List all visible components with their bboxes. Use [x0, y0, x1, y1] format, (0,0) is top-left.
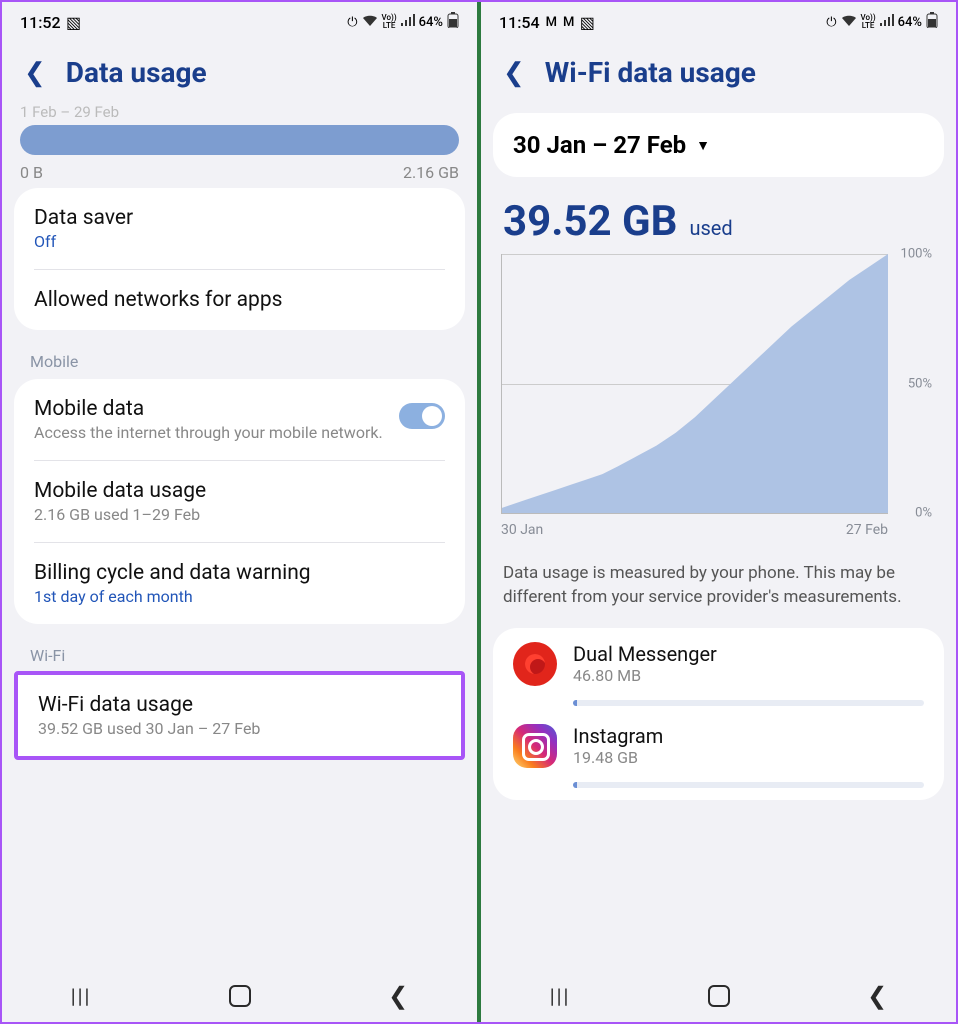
data-saver-item[interactable]: Data saver Off — [14, 188, 465, 269]
status-bar: 11:52 ▧ ⏻ Vo))LTE 64% — [2, 2, 477, 38]
page-title: Data usage — [66, 56, 207, 89]
usage-progress-section: 1 Feb – 29 Feb 0 B 2.16 GB — [2, 103, 477, 188]
item-title: Wi-Fi data usage — [38, 693, 441, 717]
app-usage: 19.48 GB — [573, 748, 924, 767]
item-subtitle: 2.16 GB used 1–29 Feb — [34, 505, 445, 524]
progress-date-range: 1 Feb – 29 Feb — [20, 103, 459, 121]
item-title: Billing cycle and data warning — [34, 561, 445, 585]
progress-max: 2.16 GB — [403, 163, 459, 182]
wifi-data-usage-item[interactable]: Wi-Fi data usage 39.52 GB used 30 Jan – … — [18, 675, 461, 756]
page-header: ❮ Data usage — [2, 38, 477, 113]
navigation-bar: ||| ❮ — [2, 970, 477, 1022]
item-subtitle: 39.52 GB used 30 Jan – 27 Feb — [38, 719, 441, 738]
instagram-icon — [513, 724, 557, 768]
item-subtitle: 1st day of each month — [34, 587, 445, 606]
nav-recents-icon[interactable]: ||| — [550, 984, 571, 1008]
page-title: Wi-Fi data usage — [545, 56, 756, 89]
mobile-data-toggle[interactable] — [399, 403, 445, 429]
nav-back-icon[interactable]: ❮ — [867, 982, 887, 1010]
battery-saver-icon: ⏻ — [347, 15, 357, 30]
app-usage-list: Dual Messenger 46.80 MB Instagram 19.48 … — [493, 628, 944, 800]
battery-icon — [447, 12, 459, 32]
total-usage-label: used — [689, 216, 732, 240]
volte-icon: Vo))LTE — [861, 14, 876, 30]
back-icon[interactable]: ❮ — [503, 60, 525, 86]
nav-recents-icon[interactable]: ||| — [71, 984, 92, 1008]
section-wifi: Wi-Fi — [2, 636, 477, 673]
total-usage: 39.52 GB used — [481, 187, 956, 246]
battery-icon — [926, 12, 938, 32]
page-header: ❮ Wi-Fi data usage — [481, 38, 956, 113]
mobile-data-item[interactable]: Mobile data Access the internet through … — [14, 379, 465, 460]
dual-messenger-icon — [513, 642, 557, 686]
item-title: Mobile data usage — [34, 479, 445, 503]
back-icon[interactable]: ❮ — [24, 60, 46, 86]
usage-progress-bar — [20, 125, 459, 155]
status-time: 11:54 — [499, 13, 540, 32]
chart-y-0: 0% — [915, 506, 932, 521]
nav-back-icon[interactable]: ❮ — [388, 982, 408, 1010]
app-name: Instagram — [573, 724, 924, 748]
date-range-label: 30 Jan – 27 Feb — [513, 131, 686, 159]
item-subtitle: Access the internet through your mobile … — [34, 423, 383, 442]
item-value: Off — [34, 232, 445, 251]
app-row-dual-messenger[interactable]: Dual Messenger 46.80 MB — [493, 628, 944, 694]
status-bar: 11:54 M M ▧ ⏻ Vo))LTE 64% — [481, 2, 956, 38]
chart-x-end: 27 Feb — [846, 522, 888, 538]
nav-home-icon[interactable] — [708, 985, 730, 1007]
data-saver-card: Data saver Off Allowed networks for apps — [14, 188, 465, 330]
volte-icon: Vo))LTE — [382, 14, 397, 30]
chart-y-50: 50% — [908, 376, 932, 391]
screenshot-icon: ▧ — [67, 15, 81, 29]
app-row-instagram[interactable]: Instagram 19.48 GB — [493, 710, 944, 776]
app-usage-bar — [573, 700, 924, 706]
chart-x-start: 30 Jan — [501, 522, 543, 538]
total-usage-value: 39.52 GB — [503, 197, 677, 246]
app-usage-bar — [573, 782, 924, 788]
item-title: Mobile data — [34, 397, 383, 421]
chevron-down-icon: ▼ — [696, 137, 710, 154]
date-range-selector[interactable]: 30 Jan – 27 Feb ▼ — [493, 113, 944, 177]
billing-cycle-item[interactable]: Billing cycle and data warning 1st day o… — [14, 543, 465, 624]
gmail-icon: M — [563, 15, 574, 30]
screenshot-icon: ▧ — [580, 15, 594, 29]
navigation-bar: ||| ❮ — [481, 970, 956, 1022]
wifi-usage-card: Wi-Fi data usage 39.52 GB used 30 Jan – … — [14, 671, 465, 760]
mobile-data-usage-item[interactable]: Mobile data usage 2.16 GB used 1–29 Feb — [14, 461, 465, 542]
right-screenshot: 11:54 M M ▧ ⏻ Vo))LTE 64% ❮ Wi-Fi data u… — [477, 2, 956, 1022]
status-time: 11:52 — [20, 13, 61, 32]
allowed-networks-item[interactable]: Allowed networks for apps — [14, 270, 465, 330]
usage-chart: 100% 50% 0% 30 Jan 27 Feb — [501, 254, 936, 534]
section-mobile: Mobile — [2, 342, 477, 379]
wifi-icon — [841, 14, 857, 30]
chart-y-100: 100% — [901, 247, 932, 262]
mobile-card: Mobile data Access the internet through … — [14, 379, 465, 624]
battery-percent: 64% — [419, 15, 443, 30]
item-title: Allowed networks for apps — [34, 288, 445, 312]
app-usage: 46.80 MB — [573, 666, 924, 685]
battery-saver-icon: ⏻ — [826, 15, 836, 30]
disclaimer-text: Data usage is measured by your phone. Th… — [481, 534, 956, 628]
nav-home-icon[interactable] — [229, 985, 251, 1007]
left-screenshot: 11:52 ▧ ⏻ Vo))LTE 64% ❮ Data usage 1 Feb… — [2, 2, 477, 1022]
wifi-icon — [362, 14, 378, 30]
signal-icon — [880, 14, 894, 30]
progress-min: 0 B — [20, 163, 43, 182]
chart-area-fill — [502, 254, 888, 513]
app-name: Dual Messenger — [573, 642, 924, 666]
item-title: Data saver — [34, 206, 445, 230]
battery-percent: 64% — [898, 15, 922, 30]
signal-icon — [401, 14, 415, 30]
gmail-icon: M — [546, 15, 557, 30]
